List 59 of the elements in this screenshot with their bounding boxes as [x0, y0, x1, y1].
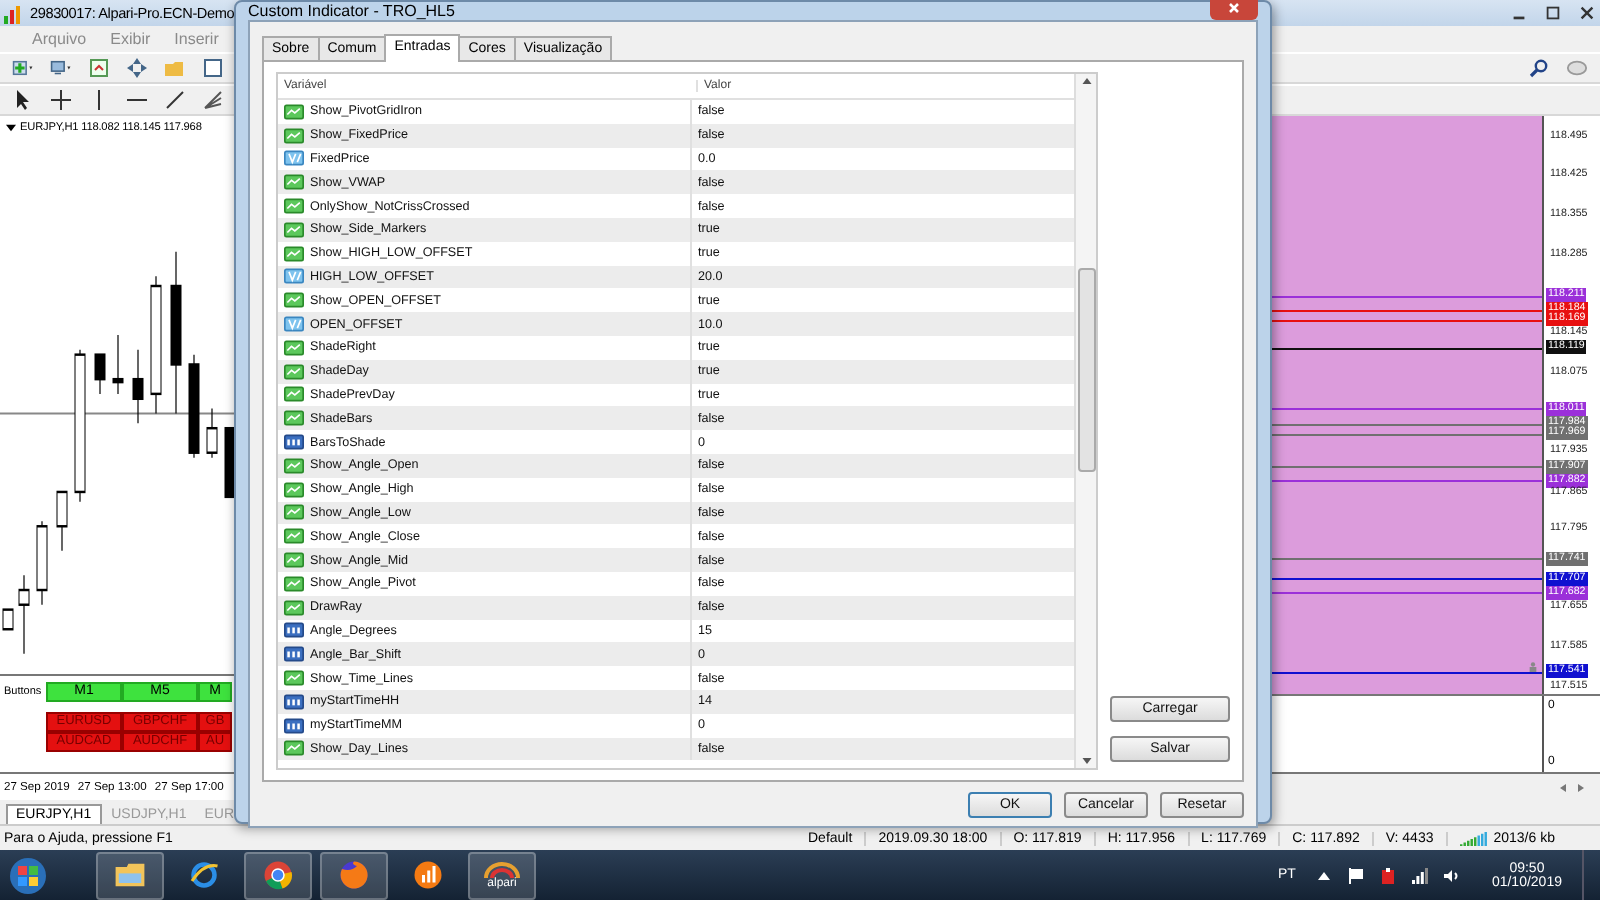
arc-logo-icon: [482, 861, 522, 877]
boolean-type-icon: [284, 552, 304, 569]
candle: [206, 407, 218, 459]
move-icon[interactable]: [126, 58, 148, 78]
browser-circle-icon: [262, 860, 294, 890]
candle: [56, 491, 68, 552]
trendline-icon[interactable]: [164, 90, 186, 110]
flag-icon[interactable]: [1347, 867, 1364, 883]
candle: [18, 574, 30, 655]
person-icon: [1528, 662, 1538, 672]
close-icon[interactable]: [1577, 4, 1595, 22]
candle: [150, 275, 162, 415]
cursor-icon[interactable]: [12, 90, 34, 110]
search-icon[interactable]: [1528, 58, 1550, 78]
monitor-icon[interactable]: [50, 58, 72, 78]
up-arrow-icon[interactable]: [1081, 78, 1091, 84]
caret-icon[interactable]: [6, 124, 16, 132]
down-arrow-icon[interactable]: [1081, 758, 1091, 764]
boolean-type-icon: [284, 410, 304, 427]
add-chart-icon[interactable]: [12, 58, 34, 78]
dialog-title: Custom Indicator - TRO_HL5: [248, 2, 455, 20]
taskbar-button[interactable]: [244, 851, 312, 899]
boolean-type-icon: [284, 363, 304, 380]
chart-window-icon[interactable]: [88, 58, 110, 78]
boolean-type-icon: [284, 174, 304, 191]
candle: [112, 334, 124, 395]
candle: [94, 353, 106, 395]
close-button[interactable]: [1210, 0, 1258, 19]
boolean-type-icon: [284, 221, 304, 238]
candle: [36, 520, 48, 606]
right-arrow-icon[interactable]: [1576, 783, 1584, 791]
boolean-type-icon: [284, 599, 304, 616]
fan-icon[interactable]: [202, 90, 224, 110]
start-button[interactable]: [8, 855, 48, 895]
signal-icon[interactable]: [1411, 867, 1428, 883]
left-arrow-icon[interactable]: [1560, 783, 1568, 791]
fox-globe-icon: [338, 860, 370, 890]
scrollbar[interactable]: [1074, 74, 1096, 768]
power-icon[interactable]: [1379, 867, 1396, 883]
candle: [132, 348, 144, 425]
window-icon[interactable]: [202, 58, 224, 78]
bar-chart-icon: [412, 860, 444, 890]
close-icon: [1226, 0, 1242, 15]
taskbar-button[interactable]: [96, 851, 164, 899]
speaker-icon[interactable]: [1443, 867, 1460, 883]
bars-icon: [4, 3, 24, 23]
up-arrow-icon[interactable]: [1315, 867, 1332, 883]
crosshair-icon[interactable]: [50, 90, 72, 110]
candle: [188, 353, 200, 459]
browser-e-icon: [188, 860, 220, 890]
scroll-thumb[interactable]: [1077, 268, 1095, 472]
integer-type-icon: [284, 693, 304, 710]
decimal-type-icon: [284, 316, 304, 333]
boolean-type-icon: [284, 127, 304, 144]
integer-type-icon: [284, 646, 304, 663]
maximize-icon[interactable]: [1543, 4, 1561, 22]
boolean-type-icon: [284, 457, 304, 474]
folder-icon: [114, 860, 146, 890]
connection-bars-icon: [1459, 831, 1488, 845]
